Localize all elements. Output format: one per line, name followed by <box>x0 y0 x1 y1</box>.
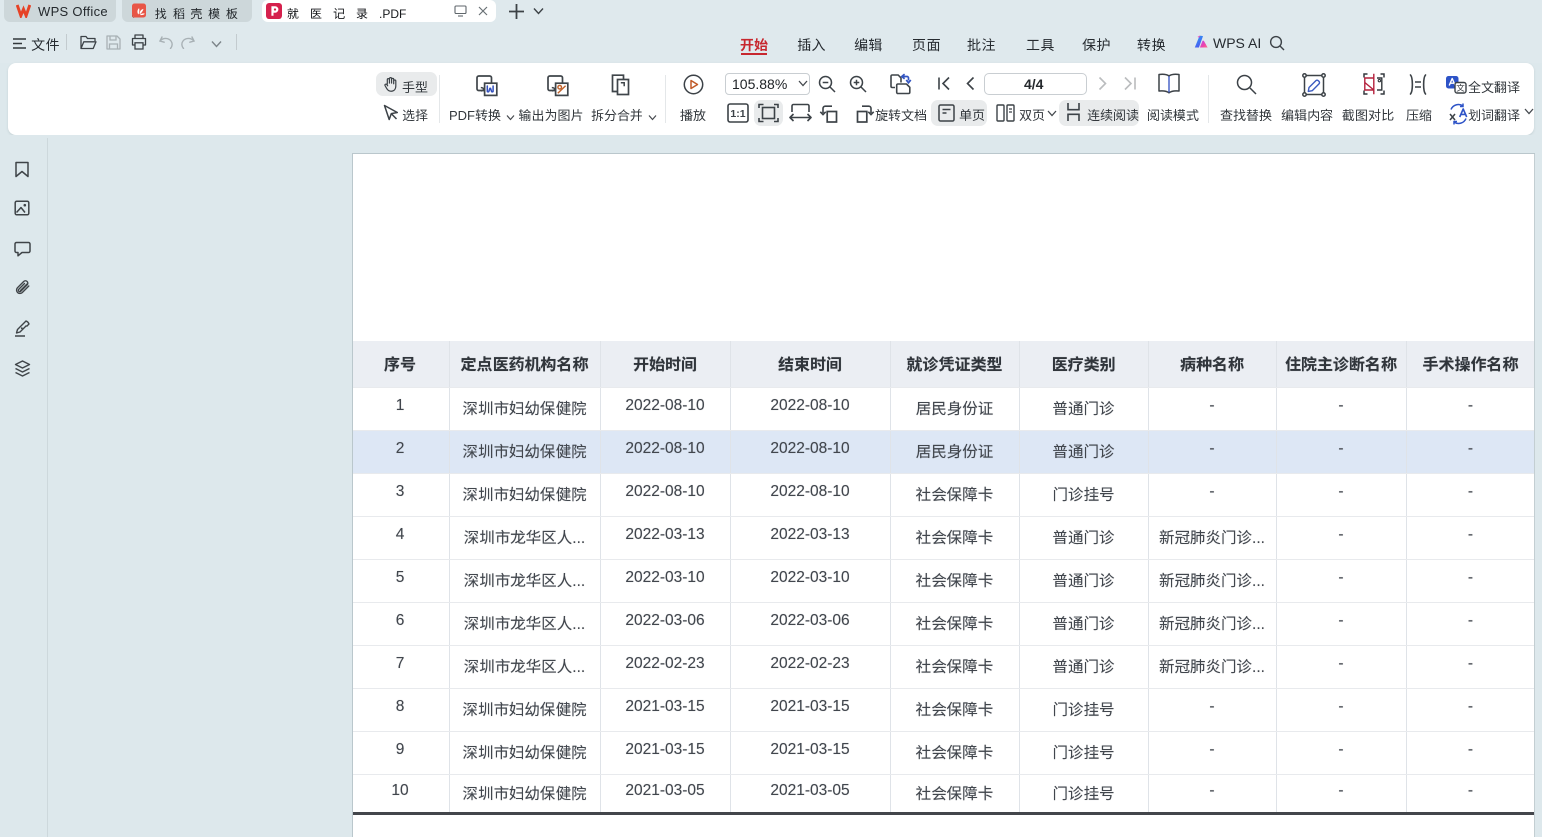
svg-text:1:1: 1:1 <box>730 108 745 120</box>
svg-text:文: 文 <box>1456 82 1465 94</box>
